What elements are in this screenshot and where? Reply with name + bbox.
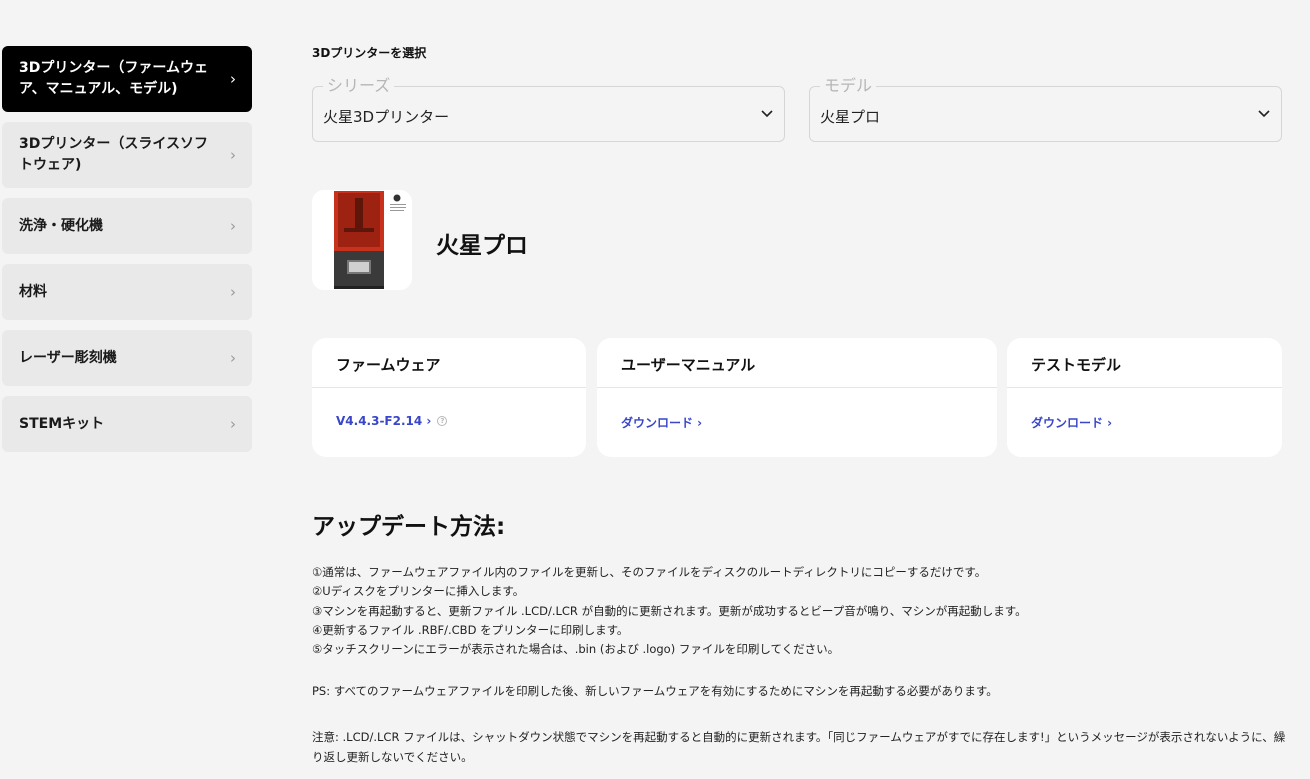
sidebar-item-label: レーザー彫刻機 <box>19 349 117 366</box>
sidebar-item-materials[interactable]: 材料 › <box>2 264 252 320</box>
sidebar-item-label: 洗浄・硬化機 <box>19 217 103 234</box>
sidebar-item-label: 3Dプリンター（スライスソフトウェア) <box>19 136 208 173</box>
firmware-card-title: ファームウェア <box>312 338 586 388</box>
chevron-right-icon: › <box>230 216 236 235</box>
firmware-version-text: V4.4.3-F2.14 › <box>336 414 432 428</box>
update-ps: PS: すべてのファームウェアファイルを印刷した後、新しいファームウェアを有効に… <box>312 684 998 698</box>
sidebar-item-3d-printer-firmware[interactable]: 3Dプリンター（ファームウェア、マニュアル、モデル) › <box>2 46 252 112</box>
series-select-label: シリーズ <box>323 78 395 94</box>
chevron-right-icon: › <box>230 348 236 367</box>
product-image <box>312 190 412 290</box>
update-step: ⑤タッチスクリーンにエラーが表示された場合は、.bin (および .logo) … <box>312 642 840 657</box>
model-select[interactable]: モデル 火星プロ <box>809 78 1282 142</box>
test-model-card-title: テストモデル <box>1007 338 1282 388</box>
sidebar-item-3d-printer-slicer[interactable]: 3Dプリンター（スライスソフトウェア) › <box>2 122 252 188</box>
model-select-value: 火星プロ <box>820 108 881 126</box>
sidebar-item-label: STEMキット <box>19 415 105 432</box>
chevron-down-icon <box>761 110 773 118</box>
model-select-label: モデル <box>820 78 877 94</box>
firmware-version-link[interactable]: V4.4.3-F2.14 › ? <box>336 414 448 428</box>
chevron-right-icon: › <box>230 414 236 433</box>
user-manual-card-title: ユーザーマニュアル <box>597 338 997 388</box>
user-manual-download-link[interactable]: ダウンロード › <box>621 414 702 431</box>
firmware-card: ファームウェア V4.4.3-F2.14 › ? <box>312 338 586 457</box>
update-step: ②Uディスクをプリンターに挿入します。 <box>312 584 525 599</box>
sidebar-item-laser-engraver[interactable]: レーザー彫刻機 › <box>2 330 252 386</box>
series-select[interactable]: シリーズ 火星3Dプリンター <box>312 78 785 142</box>
chevron-right-icon: › <box>230 145 236 164</box>
sidebar-item-label: 材料 <box>19 283 47 300</box>
chevron-right-icon: › <box>230 69 236 88</box>
product-name: 火星プロ <box>436 233 528 259</box>
update-step: ①通常は、ファームウェアファイル内のファイルを更新し、そのファイルをディスクのル… <box>312 565 987 579</box>
update-steps: ①通常は、ファームウェアファイル内のファイルを更新し、そのファイルをディスクのル… <box>312 563 1287 659</box>
category-sidebar: 3Dプリンター（ファームウェア、マニュアル、モデル) › 3Dプリンター（スライ… <box>2 46 252 462</box>
sidebar-item-wash-cure[interactable]: 洗浄・硬化機 › <box>2 198 252 254</box>
chevron-down-icon <box>1258 110 1270 118</box>
sidebar-item-label: 3Dプリンター（ファームウェア、マニュアル、モデル) <box>19 60 208 97</box>
update-note: 注意: .LCD/.LCR ファイルは、シャットダウン状態でマシンを再起動すると… <box>312 730 1286 764</box>
user-manual-card: ユーザーマニュアル ダウンロード › <box>597 338 997 457</box>
update-step: ③マシンを再起動すると、更新ファイル .LCD/.LCR が自動的に更新されます… <box>312 603 1027 618</box>
download-link-text: ダウンロード › <box>621 416 703 430</box>
printer-select-title: 3Dプリンターを選択 <box>312 46 427 60</box>
update-heading: アップデート方法: <box>312 514 506 540</box>
test-model-card: テストモデル ダウンロード › <box>1007 338 1282 457</box>
chevron-right-icon: › <box>230 282 236 301</box>
download-link-text: ダウンロード › <box>1031 416 1113 430</box>
info-icon[interactable]: ? <box>437 416 448 426</box>
update-step: ④更新するファイル .RBF/.CBD をプリンターに印刷します。 <box>312 622 629 637</box>
series-select-value: 火星3Dプリンター <box>323 108 450 126</box>
test-model-download-link[interactable]: ダウンロード › <box>1031 414 1112 431</box>
sidebar-item-stem-kit[interactable]: STEMキット › <box>2 396 252 452</box>
